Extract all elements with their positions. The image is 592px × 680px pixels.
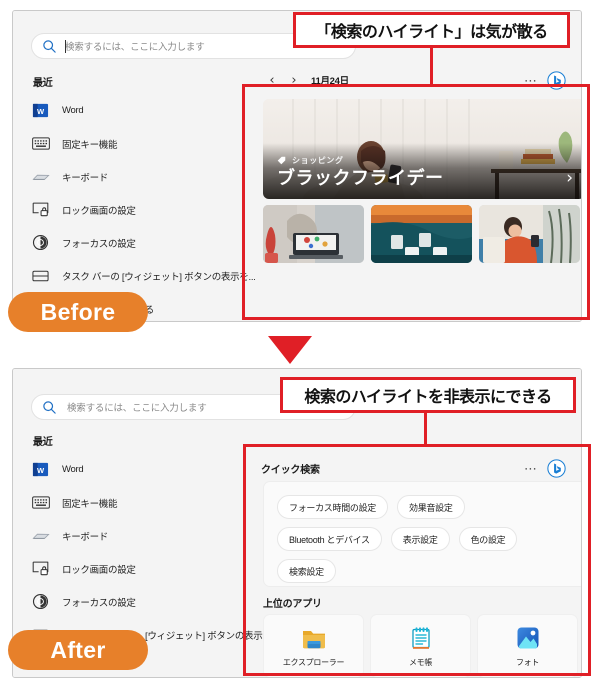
quick-search-title: クイック検索: [261, 464, 320, 476]
thumbnail-woman-sofa[interactable]: [479, 205, 580, 263]
bing-logo-icon[interactable]: [547, 458, 566, 478]
lock-screen-icon: [31, 559, 50, 578]
text-caret: [65, 40, 66, 53]
quick-search-chip[interactable]: 表示設定: [390, 527, 450, 551]
list-item-label: キーボード: [62, 172, 109, 184]
list-item[interactable]: ロック画面の設定: [31, 552, 271, 585]
keyboard-device-icon: [31, 526, 50, 545]
search-placeholder: 検索するには、ここに入力します: [65, 42, 205, 53]
list-item-label: 固定キー機能: [62, 498, 118, 510]
keyboard-sticky-keys-icon: [31, 134, 50, 153]
list-item-label: ロック画面の設定: [62, 564, 136, 576]
app-tile-explorer[interactable]: エクスプローラー: [263, 614, 364, 677]
svg-text:W: W: [37, 107, 45, 116]
app-tile-photos[interactable]: フォト: [477, 614, 578, 677]
quick-search-chip-list: フォーカス時間の設定 効果音設定 Bluetooth とデバイス 表示設定 色の…: [277, 495, 577, 583]
quick-search-chip[interactable]: 検索設定: [277, 559, 336, 583]
quick-search-chip[interactable]: 効果音設定: [397, 495, 465, 519]
list-item-label: フォーカスの設定: [62, 238, 136, 250]
list-item-label: Word: [62, 464, 84, 475]
before-screenshot-panel: 検索するには、ここに入力します 最近 W Word 固定キー機能 キーボード ロ…: [12, 10, 582, 322]
badge-before: Before: [8, 292, 148, 332]
quick-search-header: クイック検索 ⋯: [261, 457, 566, 479]
quick-search-chip[interactable]: Bluetooth とデバイス: [277, 527, 382, 551]
list-item[interactable]: キーボード: [31, 519, 271, 552]
list-item-label: フォーカスの設定: [62, 597, 136, 609]
callout-before-text: 「検索のハイライト」は気が散る: [315, 24, 548, 41]
focus-icon: [31, 592, 50, 611]
quick-search-chip[interactable]: フォーカス時間の設定: [277, 495, 389, 519]
highlight-thumbnail-row: [263, 205, 580, 263]
notepad-icon: [411, 626, 430, 649]
lock-screen-icon: [31, 200, 50, 219]
app-tile-notepad[interactable]: メモ帳: [370, 614, 471, 677]
top-apps-row: エクスプローラー メモ帳 フォト: [263, 614, 578, 677]
date-navigation-bar: ‹ › 11月24日 ⋯: [261, 69, 566, 91]
recent-heading: 最近: [33, 437, 53, 448]
taskbar-widgets-icon: [31, 266, 50, 285]
search-highlight-hero-banner[interactable]: ショッピング ブラックフライデー ›: [263, 99, 581, 199]
chevron-right-icon[interactable]: ›: [566, 170, 573, 187]
badge-after-text: After: [50, 636, 106, 663]
list-item[interactable]: W Word: [31, 94, 271, 127]
recent-list-after: W Word 固定キー機能 キーボード ロック画面の設定 フォーカスの設定 [ウ…: [31, 453, 288, 651]
badge-before-text: Before: [40, 298, 116, 325]
ellipsis-icon[interactable]: ⋯: [524, 74, 538, 87]
list-item-label: タスク バーの [ウィジェット] ボタンの表示を...: [62, 271, 256, 283]
callout-after-text: 検索のハイライトを非表示にできる: [304, 389, 552, 406]
current-date-label: 11月24日: [311, 76, 349, 87]
callout-after: 検索のハイライトを非表示にできる: [280, 377, 576, 413]
callout-connector-before: [430, 48, 433, 86]
keyboard-device-icon: [31, 167, 50, 186]
list-item[interactable]: タスク バーの [ウィジェット] ボタンの表示を...: [31, 259, 271, 292]
badge-after: After: [8, 630, 148, 670]
file-explorer-icon: [302, 630, 325, 648]
keyboard-sticky-keys-icon: [31, 493, 50, 512]
recent-list-before: W Word 固定キー機能 キーボード ロック画面の設定 フォーカスの設定 タス…: [31, 94, 271, 321]
chevron-left-icon[interactable]: ‹: [261, 74, 283, 87]
bing-logo-icon[interactable]: [547, 70, 566, 90]
thumbnail-laptop-desk[interactable]: [263, 205, 364, 263]
hero-title: ブラックフライデー: [277, 168, 444, 188]
list-item[interactable]: キーボード: [31, 160, 271, 193]
windows-search-window-before: 検索するには、ここに入力します 最近 W Word 固定キー機能 キーボード ロ…: [13, 11, 581, 321]
quick-search-chip[interactable]: 色の設定: [458, 527, 518, 551]
list-item-label: Word: [62, 105, 84, 116]
list-item[interactable]: フォーカスの設定: [31, 226, 271, 259]
callout-connector-after: [424, 412, 427, 446]
search-icon: [43, 39, 56, 53]
app-tile-label: エクスプローラー: [282, 657, 345, 667]
list-item[interactable]: 固定キー機能: [31, 486, 271, 519]
chevron-right-icon[interactable]: ›: [283, 74, 305, 87]
top-apps-title: 上位のアプリ: [263, 599, 322, 610]
word-app-icon: W: [31, 101, 50, 120]
list-item[interactable]: W Word: [31, 453, 271, 486]
svg-text:W: W: [37, 466, 45, 475]
recent-heading: 最近: [33, 78, 53, 89]
list-item[interactable]: フォーカスの設定: [31, 585, 271, 618]
list-item-label: 固定キー機能: [62, 139, 118, 151]
search-icon: [43, 400, 56, 414]
app-tile-label: メモ帳: [408, 657, 433, 667]
word-app-icon: W: [31, 460, 50, 479]
callout-before: 「検索のハイライト」は気が散る: [293, 12, 570, 48]
focus-icon: [31, 233, 50, 252]
list-item[interactable]: 固定キー機能: [31, 127, 271, 160]
list-item[interactable]: ロック画面の設定: [31, 193, 271, 226]
photos-icon: [517, 627, 538, 648]
thumbnail-coffee-machine[interactable]: [371, 205, 472, 263]
app-tile-label: フォト: [515, 657, 540, 667]
search-placeholder: 検索するには、ここに入力します: [67, 403, 207, 414]
list-item-label: キーボード: [62, 531, 109, 543]
flow-arrow-down-icon: [268, 336, 312, 364]
list-item-label: ロック画面の設定: [62, 205, 136, 217]
ellipsis-icon[interactable]: ⋯: [524, 462, 538, 475]
